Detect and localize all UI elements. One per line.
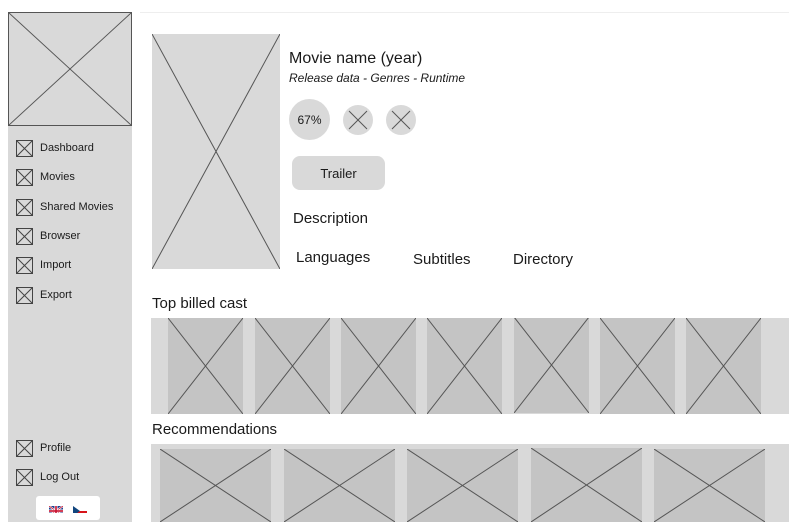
cast-card[interactable] xyxy=(513,318,590,414)
recommendation-card[interactable] xyxy=(653,448,766,522)
logo-placeholder-icon xyxy=(8,12,132,126)
recommendations-section-title: Recommendations xyxy=(152,421,278,438)
sidebar-item-browser[interactable]: Browser xyxy=(15,227,81,245)
language-switcher xyxy=(36,496,100,520)
cast-card[interactable] xyxy=(685,318,762,414)
action-placeholder-icon[interactable] xyxy=(343,105,373,135)
export-placeholder-icon xyxy=(15,286,34,304)
sidebar-item-label: Log Out xyxy=(40,471,80,483)
cast-strip xyxy=(151,318,789,414)
recommendation-card[interactable] xyxy=(406,448,519,522)
czech-flag-icon[interactable] xyxy=(73,503,87,513)
score-badge: 67% xyxy=(289,99,330,140)
sidebar-item-profile[interactable]: Profile xyxy=(15,439,72,457)
movies-placeholder-icon xyxy=(15,168,34,186)
sidebar-item-label: Export xyxy=(40,289,72,301)
sidebar-item-logout[interactable]: Log Out xyxy=(15,468,80,486)
uk-flag-icon[interactable] xyxy=(49,503,63,513)
sidebar-item-export[interactable]: Export xyxy=(15,286,72,304)
movie-subtitle: Release data - Genres - Runtime xyxy=(289,71,466,85)
sidebar-item-shared-movies[interactable]: Shared Movies xyxy=(15,198,114,216)
movie-title: Movie name (year) xyxy=(289,50,423,67)
import-placeholder-icon xyxy=(15,256,34,274)
cast-section-title: Top billed cast xyxy=(152,295,248,312)
score-value: 67% xyxy=(297,112,322,127)
sidebar-item-movies[interactable]: Movies xyxy=(15,168,75,186)
cast-card[interactable] xyxy=(167,318,244,414)
sidebar-item-label: Movies xyxy=(40,171,75,183)
dashboard-placeholder-icon xyxy=(15,139,34,157)
top-divider xyxy=(140,12,789,13)
sidebar-item-label: Profile xyxy=(40,442,72,454)
sidebar-item-label: Dashboard xyxy=(40,142,94,154)
trailer-button[interactable]: Trailer xyxy=(292,156,385,190)
sidebar-item-label: Shared Movies xyxy=(40,201,114,213)
sidebar-item-dashboard[interactable]: Dashboard xyxy=(15,139,94,157)
cast-card[interactable] xyxy=(254,318,331,414)
cast-card[interactable] xyxy=(599,318,676,414)
recommendation-card[interactable] xyxy=(530,447,643,522)
browser-placeholder-icon xyxy=(15,227,34,245)
languages-label[interactable]: Languages xyxy=(296,249,370,266)
logout-placeholder-icon xyxy=(15,468,34,486)
sidebar: Dashboard Movies Shared Movies Browser I… xyxy=(8,12,132,522)
profile-placeholder-icon xyxy=(15,439,34,457)
sidebar-item-import[interactable]: Import xyxy=(15,256,72,274)
directory-label[interactable]: Directory xyxy=(513,251,573,268)
cast-card[interactable] xyxy=(340,318,417,414)
cast-card[interactable] xyxy=(426,318,503,414)
action-placeholder-icon[interactable] xyxy=(386,105,416,135)
description-label: Description xyxy=(293,210,369,227)
poster-placeholder-icon xyxy=(152,34,280,269)
recommendations-strip xyxy=(151,444,789,522)
recommendation-card[interactable] xyxy=(159,448,272,522)
recommendation-card[interactable] xyxy=(283,448,396,522)
sidebar-item-label: Import xyxy=(40,259,72,271)
subtitles-label[interactable]: Subtitles xyxy=(413,251,471,268)
shared-movies-placeholder-icon xyxy=(15,198,34,216)
sidebar-item-label: Browser xyxy=(40,230,81,242)
